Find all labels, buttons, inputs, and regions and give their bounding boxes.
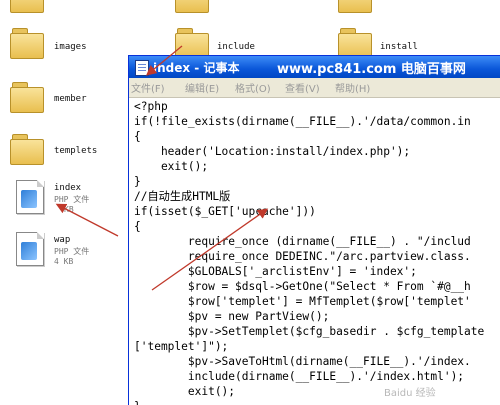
notepad-icon (135, 60, 149, 76)
code-line: <?php (134, 100, 168, 113)
code-line: ['templet']"); (134, 340, 229, 353)
menu-format[interactable]: 格式(O) (235, 80, 271, 95)
folder-icon (175, 28, 209, 59)
title-bar[interactable]: index - 记事本 www.pc841.com 电脑百事网 (129, 56, 500, 78)
code-line: if(isset($_GET['upcache'])) (134, 205, 316, 218)
window-title: index - 记事本 (153, 61, 240, 75)
code-line: { (134, 220, 141, 233)
folder-label: templets (54, 146, 98, 156)
code-line: //自动生成HTML版 (134, 190, 231, 203)
file-size: 4 KB (54, 257, 74, 266)
folder-icon (10, 28, 44, 59)
folder-label: include (217, 42, 255, 52)
php-file-icon (16, 232, 44, 266)
file-type: PHP 文件 (54, 195, 90, 204)
folder-label: images (54, 42, 87, 52)
code-line: $GLOBALS['_arclistEnv'] = 'index'; (134, 265, 417, 278)
menu-file[interactable]: 文件(F) (131, 80, 165, 95)
folder-label: install (380, 42, 418, 52)
file-type: PHP 文件 (54, 247, 90, 256)
folder-icon (175, 0, 209, 13)
notepad-window[interactable]: index - 记事本 www.pc841.com 电脑百事网 文件(F) 编辑… (128, 55, 500, 405)
menu-edit[interactable]: 编辑(E) (185, 80, 219, 95)
code-line: $pv = new PartView(); (134, 310, 330, 323)
folder-icon (10, 82, 44, 113)
code-line: exit(); (134, 160, 209, 173)
code-line: { (134, 130, 141, 143)
code-line: $row['templet'] = MfTemplet($row['temple… (134, 295, 471, 308)
folder-icon (10, 134, 44, 165)
folder-icon (10, 0, 44, 13)
code-line: $row = $dsql->GetOne("Select * From `#@_… (134, 280, 471, 293)
code-line: $pv->SaveToHtml(dirname(__FILE__).'/inde… (134, 355, 471, 368)
menu-help[interactable]: 帮助(H) (335, 80, 370, 95)
menu-bar: 文件(F) 编辑(E) 格式(O) 查看(V) 帮助(H) (129, 78, 500, 98)
code-line: } (134, 175, 141, 188)
folder-icon (338, 28, 372, 59)
file-size: KB (64, 205, 74, 214)
folder-icon (338, 0, 372, 13)
site-watermark: www.pc841.com 电脑百事网 (277, 62, 466, 77)
file-name: wap (54, 235, 71, 245)
code-line: require_once (dirname(__FILE__) . "/incl… (134, 235, 471, 248)
code-line: $pv->SetTemplet($cfg_basedir . $cfg_temp… (134, 325, 485, 338)
code-line: } (134, 400, 141, 405)
code-line: exit(); (134, 385, 236, 398)
menu-view[interactable]: 查看(V) (285, 80, 320, 95)
file-name: index (54, 183, 82, 193)
code-line: require_once DEDEINC."/arc.partview.clas… (134, 250, 471, 263)
code-line: include(dirname(__FILE__).'/index.html')… (134, 370, 465, 383)
code-line: header('Location:install/index.php'); (134, 145, 411, 158)
php-file-icon (16, 180, 44, 214)
text-editor[interactable]: <?php if(!file_exists(dirname(__FILE__).… (129, 98, 500, 405)
folder-label: member (54, 94, 87, 104)
code-line: if(!file_exists(dirname(__FILE__).'/data… (134, 115, 471, 128)
baidu-watermark: Baidu 经验 (384, 388, 436, 399)
